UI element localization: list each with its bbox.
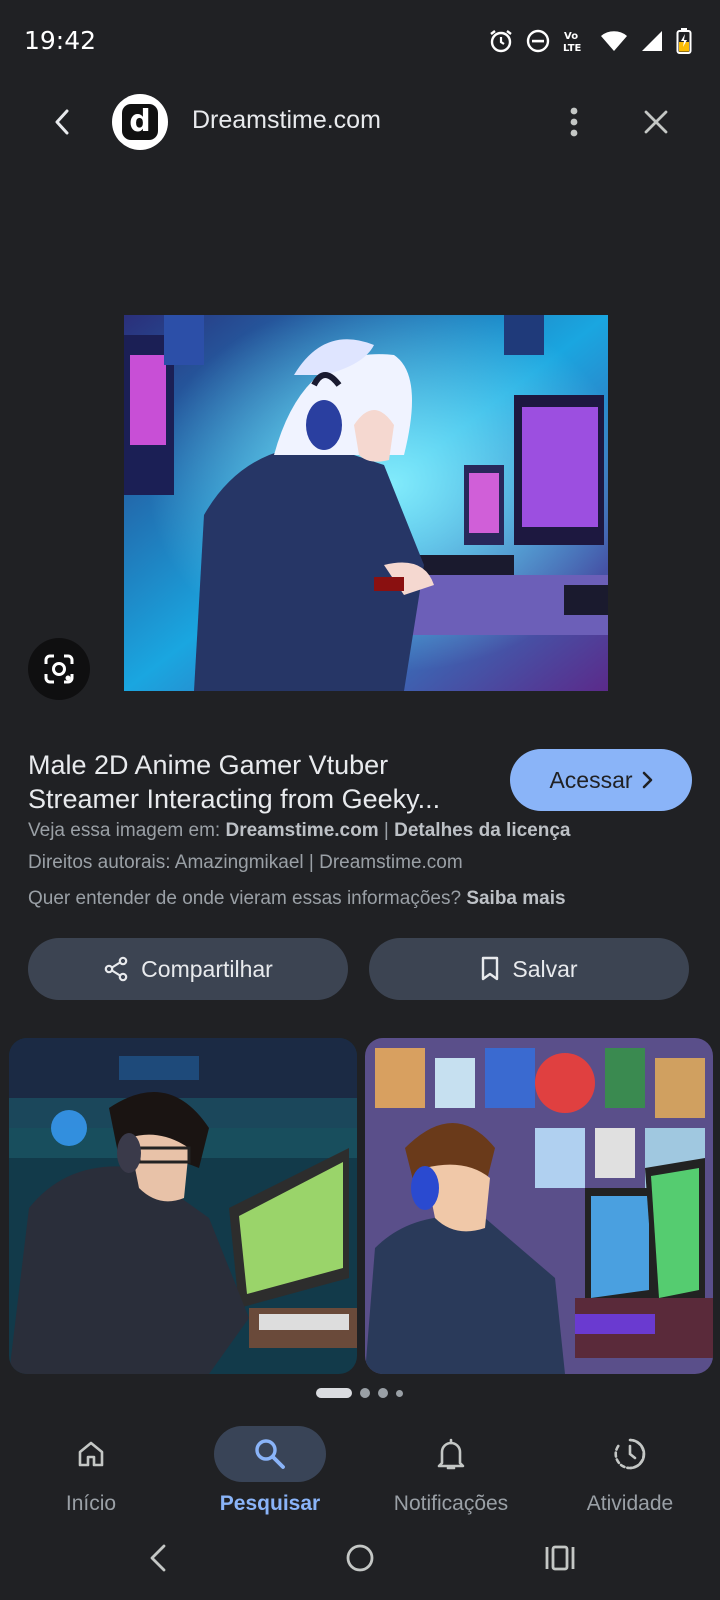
search-icon: [255, 1439, 285, 1469]
close-icon: [644, 110, 668, 134]
volte-icon: VoLTE: [563, 31, 582, 54]
chevron-left-icon: [55, 109, 69, 135]
system-recents-icon: [545, 1545, 575, 1571]
status-time: 19:42: [24, 26, 97, 55]
site-logo-letter: d: [122, 104, 158, 140]
copyright-line: Direitos autorais: Amazingmikael | Dream…: [28, 852, 463, 873]
save-label: Salvar: [512, 955, 578, 982]
system-home-button[interactable]: [330, 1536, 390, 1580]
learn-question: Quer entender de onde vieram essas infor…: [28, 888, 467, 909]
more-options-button[interactable]: [552, 100, 596, 144]
result-title[interactable]: Male 2D Anime Gamer Vtuber Streamer Inte…: [28, 748, 478, 816]
signal-icon: [642, 31, 662, 51]
svg-text:Vo: Vo: [564, 31, 578, 42]
nav-search-icon-wrap: [214, 1426, 326, 1482]
system-recents-button[interactable]: [530, 1536, 590, 1580]
learn-more-link[interactable]: Saiba mais: [466, 888, 565, 909]
carousel-dot: [378, 1388, 388, 1398]
nav-activity-icon-wrap: [574, 1426, 686, 1482]
status-icons: Vo LTE: [488, 28, 692, 54]
system-home-icon: [346, 1544, 374, 1572]
back-button[interactable]: [40, 100, 84, 144]
nav-notifications[interactable]: Notificações: [366, 1426, 536, 1516]
nav-activity-label: Atividade: [586, 1492, 674, 1515]
share-label: Compartilhar: [141, 955, 273, 982]
source-separator: |: [378, 820, 395, 841]
nav-search[interactable]: Pesquisar: [185, 1426, 355, 1516]
battery-charging-icon: [676, 28, 692, 54]
nav-home-icon-wrap: [35, 1426, 147, 1482]
learn-more-line: Quer entender de onde vieram essas infor…: [28, 888, 566, 910]
nav-search-label: Pesquisar: [219, 1492, 321, 1515]
result-title-line-1: Male 2D Anime Gamer Vtuber: [28, 750, 389, 780]
carousel-dot: [360, 1388, 370, 1398]
license-details-link[interactable]: Detalhes da licença: [394, 820, 570, 841]
close-button[interactable]: [634, 100, 678, 144]
related-gamer-illustration-1: [9, 1038, 357, 1374]
result-title-line-2: Streamer Interacting from Geeky...: [28, 784, 441, 814]
svg-text:LTE: LTE: [563, 43, 582, 54]
related-image-2[interactable]: [365, 1038, 713, 1374]
chevron-right-icon: [642, 771, 652, 789]
share-button[interactable]: Compartilhar: [28, 938, 348, 1000]
nav-notifications-icon-wrap: [395, 1426, 507, 1482]
share-icon: [104, 956, 128, 982]
site-logo: d: [112, 94, 168, 150]
site-name[interactable]: Dreamstime.com: [192, 106, 381, 135]
alarm-icon: [490, 30, 512, 53]
wifi-icon: [601, 31, 627, 51]
source-line: Veja essa imagem em: Dreamstime.com | De…: [28, 820, 570, 842]
bell-icon: [437, 1438, 465, 1470]
activity-icon: [614, 1438, 646, 1470]
system-back-icon: [150, 1544, 166, 1572]
lens-search-button[interactable]: [28, 638, 90, 700]
google-lens-icon: [44, 654, 74, 684]
source-prefix: Veja essa imagem em:: [28, 820, 226, 841]
carousel-dot-active: [316, 1388, 352, 1398]
anime-gamer-illustration: [124, 315, 608, 691]
do-not-disturb-icon: [526, 29, 550, 53]
more-vert-icon: [570, 107, 578, 137]
carousel-indicator: [316, 1388, 403, 1398]
related-gamer-illustration-2: [365, 1038, 713, 1374]
visit-button[interactable]: Acessar: [510, 749, 692, 811]
home-icon: [78, 1441, 104, 1467]
nav-activity[interactable]: Atividade: [545, 1426, 715, 1516]
visit-button-label: Acessar: [549, 766, 633, 793]
main-image[interactable]: [124, 315, 608, 691]
nav-home[interactable]: Início: [6, 1426, 176, 1516]
nav-notifications-label: Notificações: [393, 1492, 509, 1515]
system-back-button[interactable]: [128, 1536, 188, 1580]
bookmark-icon: [482, 956, 499, 981]
carousel-dot: [396, 1389, 403, 1397]
nav-home-label: Início: [65, 1492, 117, 1515]
save-button[interactable]: Salvar: [369, 938, 689, 1000]
related-image-1[interactable]: [9, 1038, 357, 1374]
source-site-link[interactable]: Dreamstime.com: [225, 820, 378, 841]
